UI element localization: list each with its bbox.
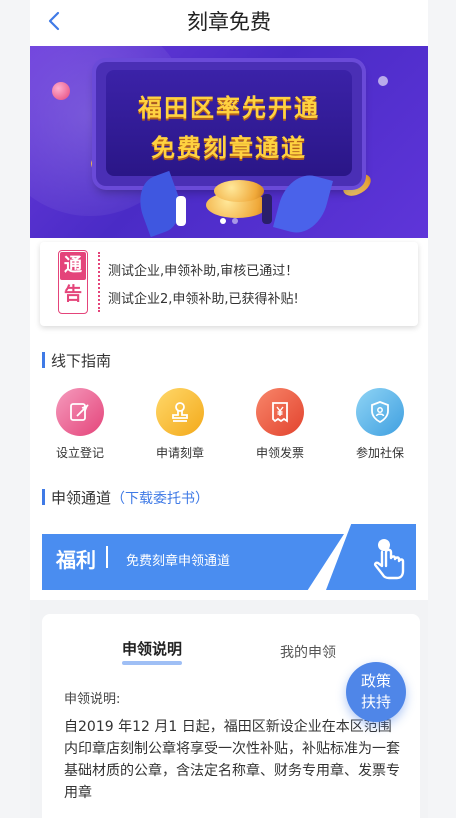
tab-underline	[122, 661, 183, 665]
quick-item-invoice[interactable]: 申领发票	[240, 388, 320, 461]
download-authorization-link[interactable]: （下载委托书）	[111, 491, 209, 507]
shield-icon	[356, 388, 404, 436]
section-offline-guide: 线下指南	[42, 350, 111, 371]
notice-item[interactable]: 测试企业,申领补助,审核已通过！	[108, 260, 298, 279]
carousel-dots[interactable]	[30, 209, 428, 228]
coin-icon	[378, 76, 388, 86]
notice-item[interactable]: 测试企业2,申领补助,已获得补贴!	[108, 288, 299, 307]
float-button-line: 政策	[360, 672, 391, 690]
welfare-banner[interactable]: 福利 免费刻章申领通道	[42, 524, 416, 590]
coin-stack-icon	[214, 180, 264, 202]
notice-divider	[98, 252, 100, 312]
tab-instructions[interactable]: 申领说明	[122, 638, 183, 665]
section-title: 线下指南	[51, 352, 112, 370]
section-bar	[42, 489, 45, 505]
welfare-text: 免费刻章申领通道	[126, 554, 231, 569]
quick-item-register[interactable]: 设立登记	[40, 388, 120, 461]
page-title: 刻章免费	[187, 10, 271, 34]
quick-item-label: 设立登记	[55, 446, 104, 460]
banner-headline-1: 福田区率先开通	[138, 94, 320, 122]
feather-certificate-icon	[56, 388, 104, 436]
policy-support-button[interactable]: 政策 扶持	[346, 662, 406, 722]
section-title: 申领通道	[51, 489, 112, 507]
quick-item-social-security[interactable]: 参加社保	[340, 388, 420, 461]
section-apply-channel: 申领通道（下载委托书）	[42, 487, 209, 508]
quick-item-label: 申领发票	[255, 446, 304, 460]
instructions-text: 自2019 年12 月1 日起，福田区新设企业在本区范围内印章店刻制公章将享受一…	[64, 719, 400, 801]
banner-headline-2: 免费刻章通道	[151, 134, 307, 162]
welfare-divider	[106, 546, 108, 568]
quick-item-stamp[interactable]: 申请刻章	[140, 388, 220, 461]
section-bar	[42, 352, 45, 368]
tap-hand-icon	[368, 536, 408, 586]
float-button-line: 扶持	[360, 693, 391, 711]
carousel-dot[interactable]	[220, 218, 226, 224]
instructions-label: 申领说明:	[64, 692, 121, 707]
yuan-receipt-icon	[256, 388, 304, 436]
tab-label: 申领说明	[122, 640, 183, 658]
quick-item-label: 参加社保	[355, 446, 404, 460]
notice-badge: 通 告	[58, 250, 88, 314]
tab-my-applications[interactable]: 我的申领	[280, 642, 336, 662]
promo-banner[interactable]: 福田区率先开通 免费刻章通道	[30, 46, 428, 238]
notice-badge-char: 告	[60, 281, 86, 309]
welfare-title: 福利	[56, 548, 96, 572]
quick-actions: 设立登记 申请刻章 申领发票 参加社保	[30, 388, 428, 468]
coin-icon	[52, 82, 70, 100]
nav-header: 刻章免费	[30, 0, 428, 44]
carousel-dot[interactable]	[232, 218, 238, 224]
notice-badge-char: 通	[60, 252, 86, 280]
quick-item-label: 申请刻章	[155, 446, 204, 460]
banner-board: 福田区率先开通 免费刻章通道	[96, 62, 362, 186]
notice-panel[interactable]: 通 告 测试企业,申领补助,审核已通过！ 测试企业2,申领补助,已获得补贴!	[40, 242, 418, 326]
stamp-icon	[156, 388, 204, 436]
